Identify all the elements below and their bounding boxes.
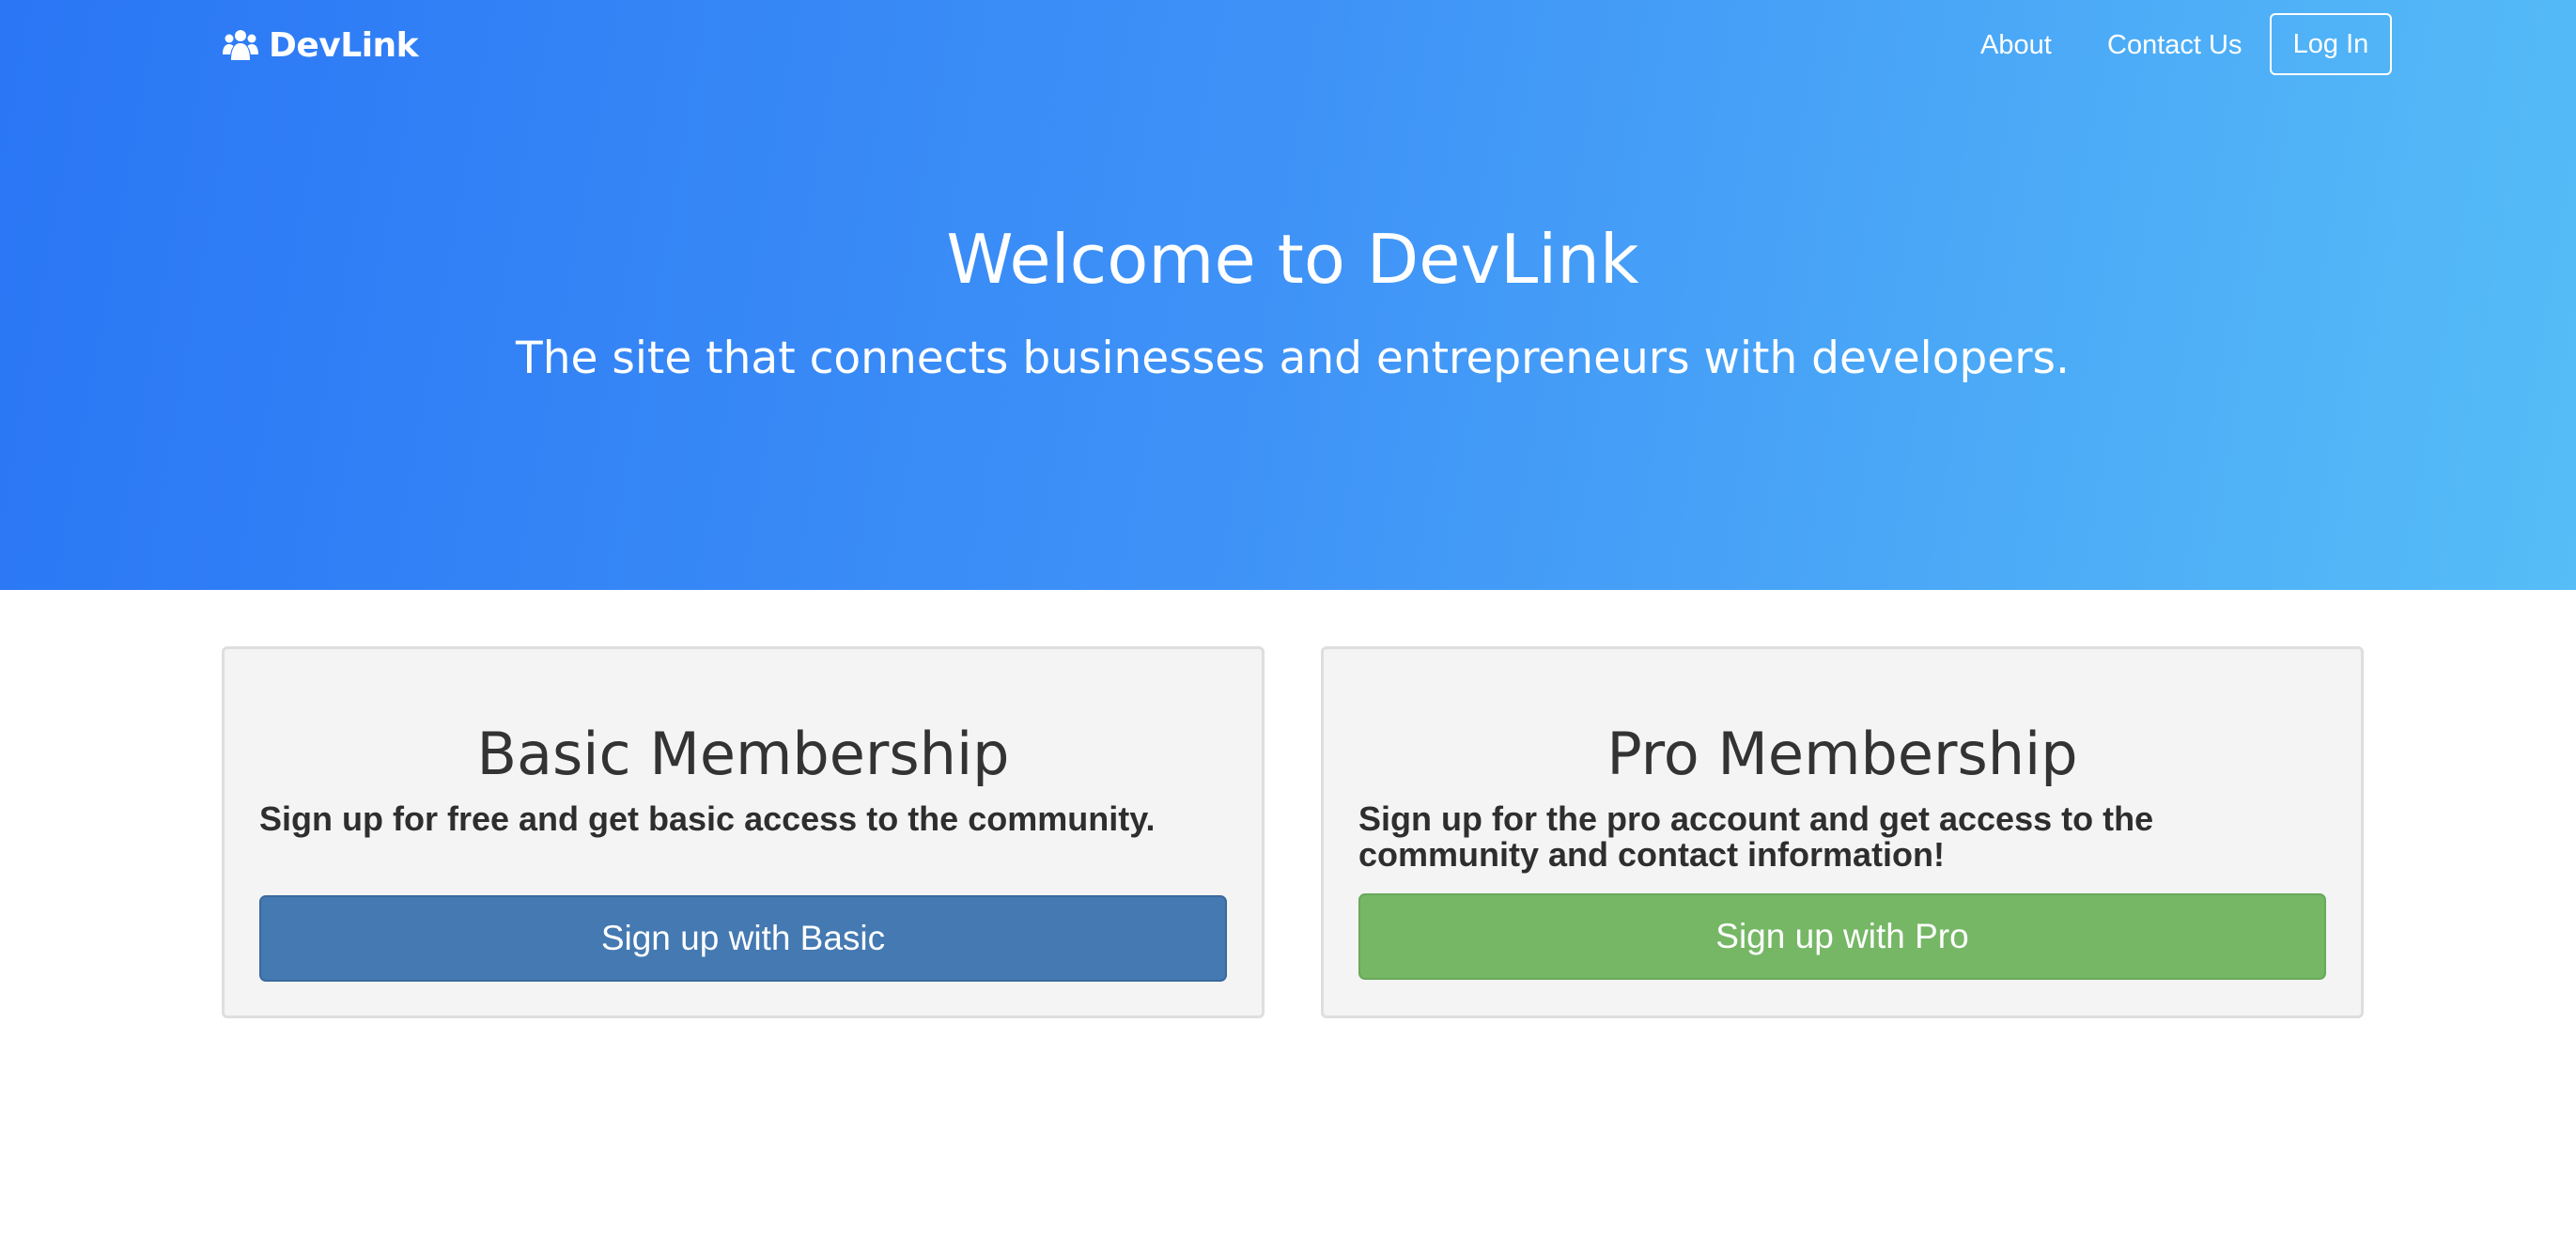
pro-membership-description: Sign up for the pro account and get acce… [1358,799,2154,874]
sign-up-pro-button[interactable]: Sign up with Pro [1358,893,2326,980]
nav-link-about[interactable]: About [1980,24,2052,66]
sign-up-basic-button[interactable]: Sign up with Basic [259,895,1227,982]
basic-membership-title: Basic Membership [476,720,1010,788]
basic-membership-description: Sign up for free and get basic access to… [259,799,1156,838]
pro-membership-card: Pro Membership Sign up for the pro accou… [1321,646,2364,1018]
login-button[interactable]: Log In [2270,13,2392,75]
nav-link-contact-us[interactable]: Contact Us [2107,24,2242,66]
hero-title: Welcome to DevLink [946,220,1639,299]
brand-name: DevLink [269,25,419,65]
hero-banner: DevLink About Contact Us Log In Welcome … [0,0,2576,590]
basic-membership-card: Basic Membership Sign up for free and ge… [222,646,1265,1018]
pro-membership-title: Pro Membership [1606,720,2078,788]
brand-logo-link[interactable]: DevLink [222,23,419,68]
hero-subtitle: The site that connects businesses and en… [516,333,2070,384]
top-navbar: DevLink About Contact Us Log In [0,0,2576,90]
users-icon [223,30,258,60]
